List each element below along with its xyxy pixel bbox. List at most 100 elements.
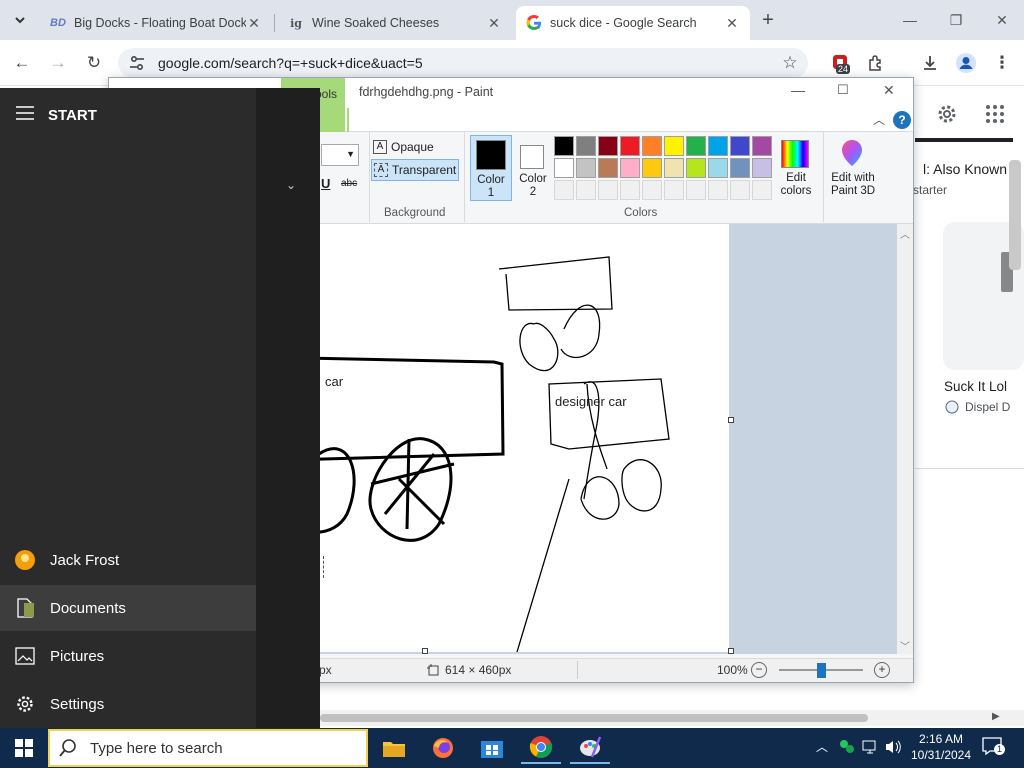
back-icon[interactable]: ←: [10, 51, 34, 75]
extensions-puzzle-icon[interactable]: [864, 51, 888, 75]
palette-swatch[interactable]: [730, 180, 750, 200]
firefox-icon[interactable]: [423, 732, 463, 764]
tray-app-icon[interactable]: [838, 738, 856, 756]
palette-swatch[interactable]: [642, 136, 662, 156]
resize-handle-right[interactable]: [728, 417, 734, 423]
restore-icon[interactable]: ❐: [938, 8, 974, 32]
bookmark-star-icon[interactable]: ☆: [778, 51, 802, 75]
forward-icon[interactable]: →: [46, 51, 70, 75]
resize-handle-corner[interactable]: [728, 648, 734, 654]
gear-icon[interactable]: [935, 102, 959, 126]
paint-close-icon[interactable]: ✕: [883, 82, 895, 99]
chrome-taskbar-icon[interactable]: [521, 732, 561, 764]
scroll-right-icon[interactable]: ▶: [992, 711, 1000, 722]
paint-minimize-icon[interactable]: —: [791, 82, 805, 98]
opaque-option[interactable]: A Opaque: [373, 138, 461, 156]
palette-swatch[interactable]: [730, 136, 750, 156]
palette-swatch[interactable]: [664, 136, 684, 156]
strikethrough-icon[interactable]: abc: [341, 178, 357, 189]
palette-swatch[interactable]: [730, 158, 750, 178]
user-account[interactable]: Jack Frost: [0, 537, 256, 583]
volume-icon[interactable]: [884, 739, 902, 755]
page-horizontal-scrollbar[interactable]: ▶: [320, 710, 1024, 726]
palette-swatch[interactable]: [708, 136, 728, 156]
palette-swatch[interactable]: [664, 158, 684, 178]
scroll-up-icon[interactable]: ︿: [900, 226, 910, 241]
palette-swatch[interactable]: [642, 180, 662, 200]
taskbar-search-input[interactable]: Type here to search: [48, 729, 368, 767]
zoom-out-icon[interactable]: −: [751, 662, 767, 678]
close-tab-icon[interactable]: ✕: [724, 15, 740, 32]
site-settings-icon[interactable]: [128, 54, 146, 72]
help-icon[interactable]: ?: [893, 111, 911, 129]
file-explorer-icon[interactable]: [374, 732, 414, 764]
palette-swatch[interactable]: [752, 180, 772, 200]
tab-search-button[interactable]: [8, 8, 32, 32]
font-size-dropdown[interactable]: ▼: [321, 144, 359, 166]
close-tab-icon[interactable]: ✕: [486, 15, 502, 32]
close-window-icon[interactable]: ✕: [984, 8, 1020, 32]
palette-swatch[interactable]: [576, 136, 596, 156]
palette-swatch[interactable]: [642, 158, 662, 178]
start-item-documents[interactable]: Documents: [0, 585, 256, 631]
scroll-down-icon[interactable]: ﹀: [900, 638, 910, 653]
palette-swatch[interactable]: [686, 136, 706, 156]
download-icon[interactable]: [918, 51, 942, 75]
scrollbar-thumb[interactable]: [320, 714, 868, 722]
palette-swatch[interactable]: [598, 136, 618, 156]
palette-swatch[interactable]: [708, 180, 728, 200]
more-menu-icon[interactable]: ⋮: [990, 51, 1014, 75]
color2-button[interactable]: Color 2: [513, 135, 553, 201]
store-app-icon[interactable]: [472, 732, 512, 764]
selection-handle[interactable]: [323, 556, 329, 578]
tab-wine-cheeses[interactable]: ig Wine Soaked Cheeses ✕: [278, 6, 512, 40]
transparent-option[interactable]: A Transparent: [371, 159, 459, 181]
extension-icon[interactable]: 24: [830, 52, 854, 76]
palette-swatch[interactable]: [752, 158, 772, 178]
card-title[interactable]: Suck It Lol: [944, 379, 1007, 394]
paint-taskbar-icon[interactable]: [570, 732, 610, 764]
network-icon[interactable]: [862, 739, 880, 755]
notification-center-icon[interactable]: 1: [982, 736, 1005, 758]
canvas-vertical-scrollbar[interactable]: ︿ ﹀: [897, 224, 913, 654]
palette-swatch[interactable]: [554, 158, 574, 178]
edit-colors-button[interactable]: Edit colors: [779, 136, 813, 202]
paint-maximize-icon[interactable]: ☐: [837, 82, 849, 98]
palette-swatch[interactable]: [598, 158, 618, 178]
color1-button[interactable]: Color 1: [470, 135, 512, 201]
palette-swatch[interactable]: [620, 158, 640, 178]
palette-swatch[interactable]: [576, 180, 596, 200]
profile-avatar[interactable]: [954, 51, 978, 75]
windows-start-icon[interactable]: [4, 732, 44, 764]
palette-swatch[interactable]: [554, 180, 574, 200]
hamburger-icon[interactable]: [16, 106, 36, 122]
palette-swatch[interactable]: [686, 180, 706, 200]
collapse-ribbon-icon[interactable]: ︿: [873, 111, 885, 128]
resize-handle-bottom[interactable]: [422, 648, 428, 654]
tab-google-search[interactable]: suck dice - Google Search ✕: [516, 6, 750, 40]
result-title[interactable]: l: Also Known A: [923, 161, 1020, 177]
system-clock[interactable]: 2:16 AM 10/31/2024: [905, 731, 977, 765]
underline-icon[interactable]: U: [321, 176, 330, 191]
start-item-settings[interactable]: Settings: [0, 681, 256, 727]
palette-swatch[interactable]: [686, 158, 706, 178]
palette-swatch[interactable]: [664, 180, 684, 200]
page-scrollbar[interactable]: [1009, 160, 1021, 270]
palette-swatch[interactable]: [576, 158, 596, 178]
palette-swatch[interactable]: [620, 180, 640, 200]
apps-grid-icon[interactable]: [985, 104, 1005, 124]
zoom-slider-thumb[interactable]: [817, 663, 826, 678]
address-bar[interactable]: google.com/search?q=+suck+dice&uact=5: [118, 48, 808, 78]
expand-chevron-icon[interactable]: ⌄: [286, 178, 296, 192]
palette-swatch[interactable]: [598, 180, 618, 200]
palette-swatch[interactable]: [708, 158, 728, 178]
palette-swatch[interactable]: [752, 136, 772, 156]
minimize-icon[interactable]: —: [892, 8, 928, 32]
tab-big-docks[interactable]: BD Big Docks - Floating Boat Dock ✕: [40, 6, 272, 40]
zoom-in-icon[interactable]: +: [874, 662, 890, 678]
show-hidden-icons[interactable]: ︿: [816, 738, 828, 755]
close-tab-icon[interactable]: ✕: [246, 15, 262, 32]
new-tab-button[interactable]: +: [756, 8, 780, 32]
edit-paint3d-button[interactable]: Edit with Paint 3D: [825, 136, 881, 202]
start-item-pictures[interactable]: Pictures: [0, 633, 256, 679]
